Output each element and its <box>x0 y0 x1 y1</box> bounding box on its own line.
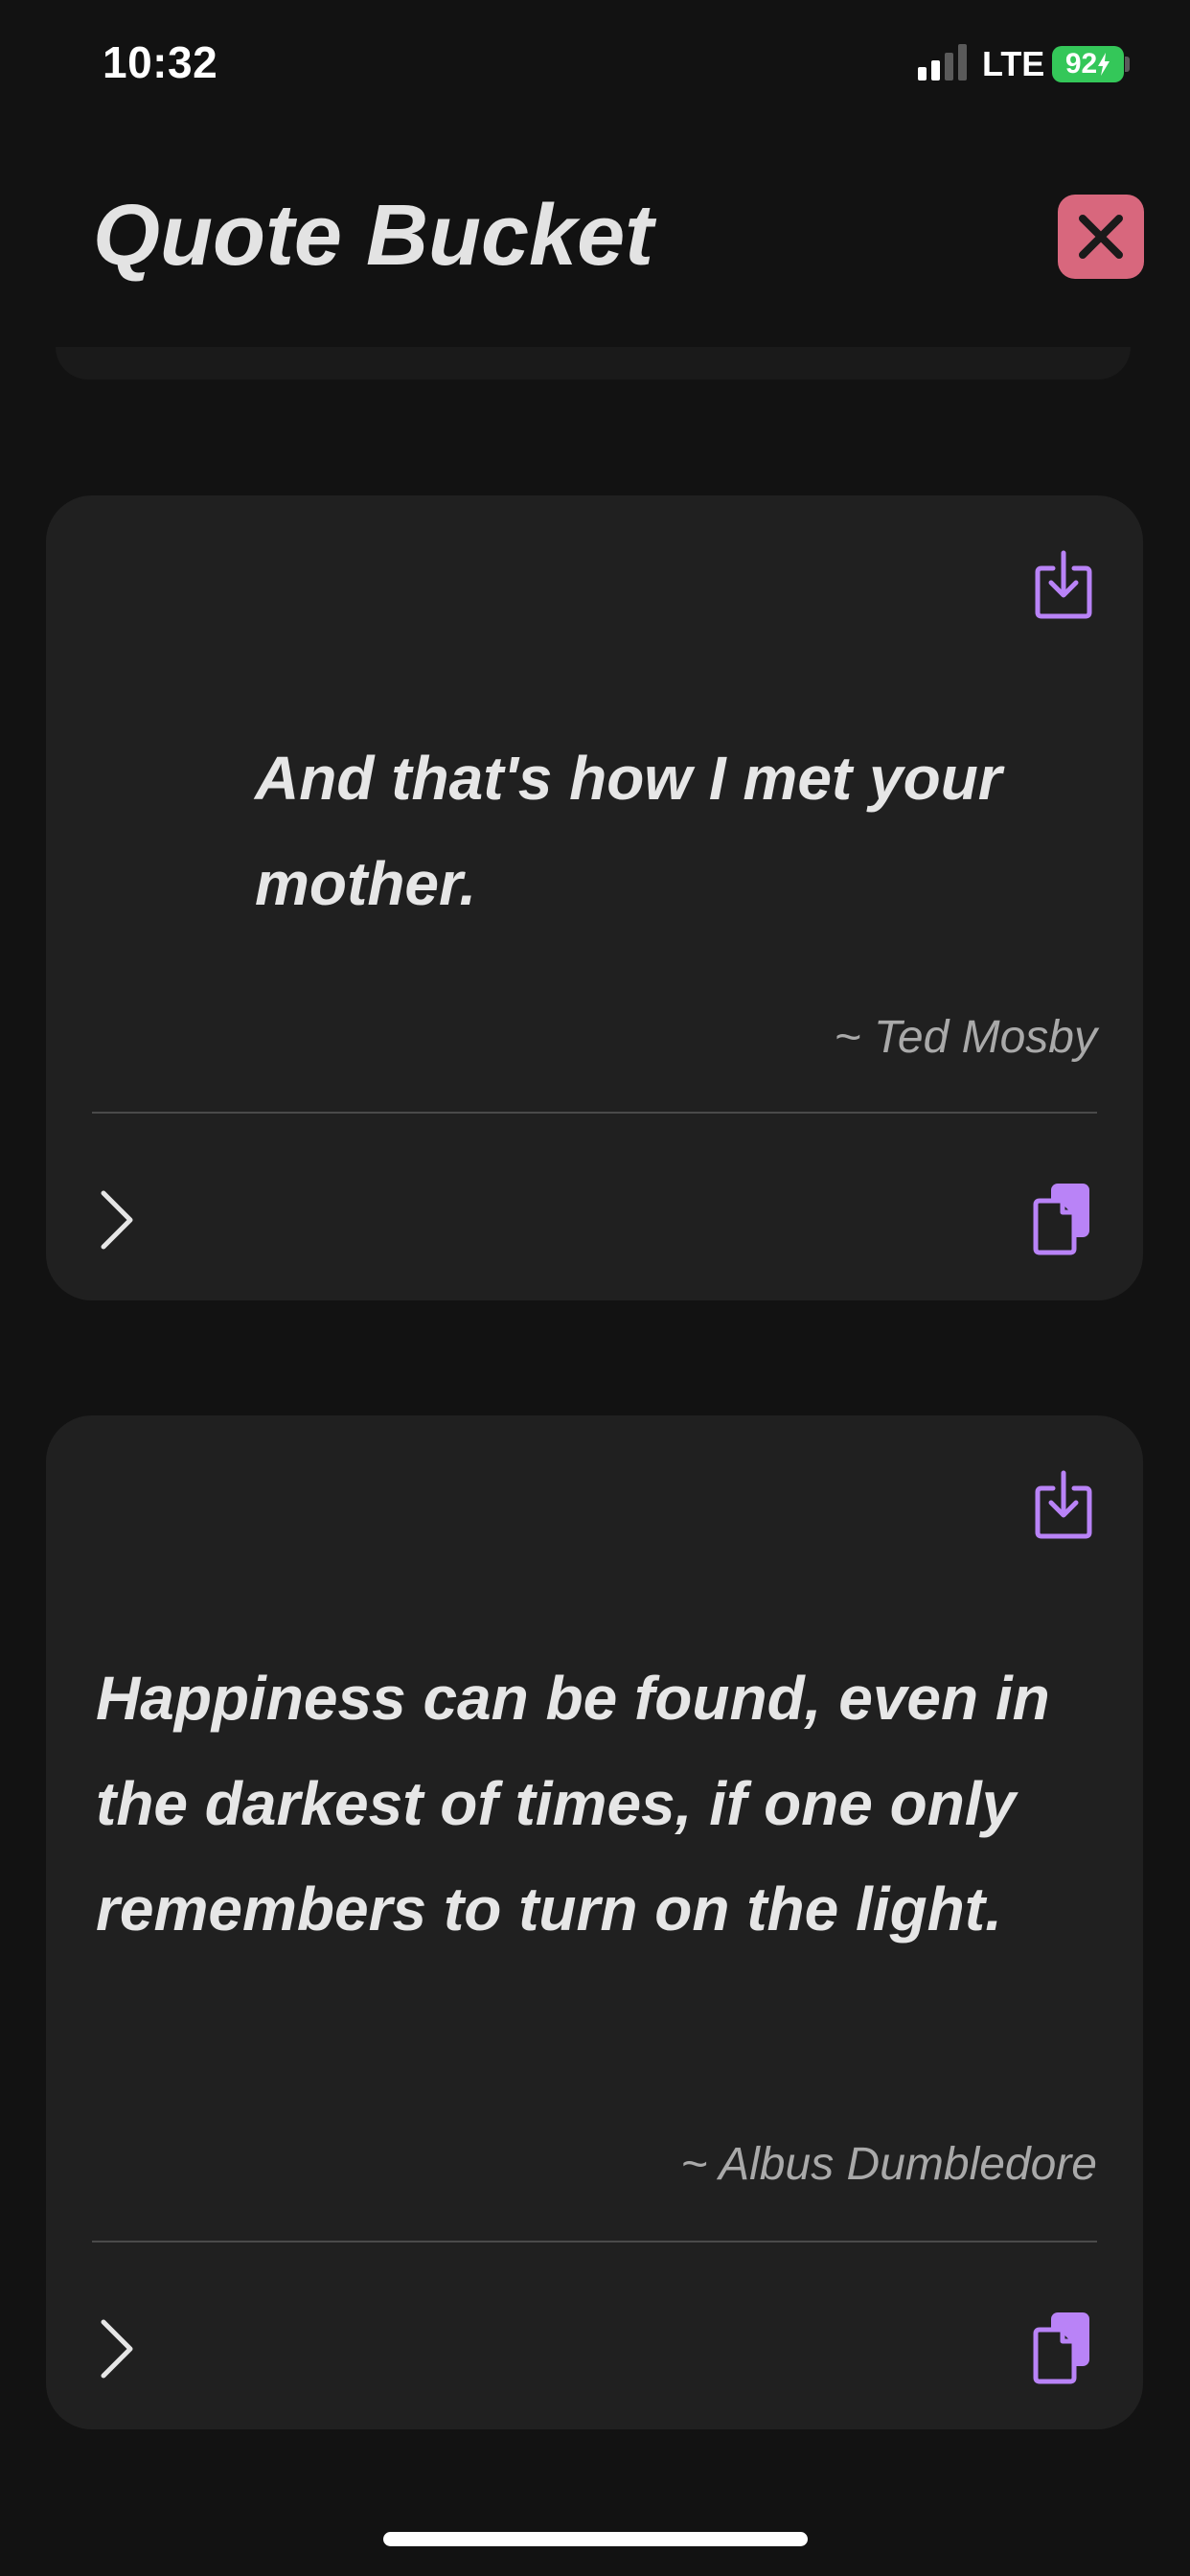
close-x-icon <box>1079 215 1123 259</box>
quote-card: And that's how I met your mother. ~ Ted … <box>46 495 1143 1300</box>
battery-icon: 92 <box>1052 46 1124 82</box>
charging-bolt-icon <box>1098 53 1110 76</box>
quote-author: ~ Ted Mosby <box>834 1012 1097 1063</box>
quote-text: Happiness can be found, even in the dark… <box>96 1664 1050 1944</box>
status-time: 10:32 <box>103 37 218 87</box>
chevron-right-icon[interactable] <box>100 2318 134 2380</box>
download-icon[interactable] <box>1034 549 1093 620</box>
copy-icon[interactable] <box>1030 2311 1093 2385</box>
copy-icon[interactable] <box>1030 1182 1093 1256</box>
screen: 10:32 LTE 92 Quote Bucket And that's how… <box>0 0 1190 2576</box>
chevron-right-icon[interactable] <box>100 1189 134 1251</box>
divider <box>92 1112 1097 1114</box>
quote-text: And that's how I met your mother. <box>255 744 1002 918</box>
page-title: Quote Bucket <box>93 188 654 284</box>
divider <box>92 2241 1097 2242</box>
previous-card-edge <box>56 347 1131 380</box>
battery-nub <box>1125 57 1130 72</box>
quote-author: ~ Albus Dumbledore <box>680 2139 1097 2190</box>
battery-level: 92 <box>1064 48 1098 80</box>
signal-icon <box>918 44 967 80</box>
quote-card: Happiness can be found, even in the dark… <box>46 1415 1143 2429</box>
network-label: LTE <box>982 44 1045 83</box>
download-icon[interactable] <box>1034 1469 1093 1540</box>
home-indicator[interactable] <box>383 2532 808 2546</box>
close-button[interactable] <box>1058 195 1144 279</box>
